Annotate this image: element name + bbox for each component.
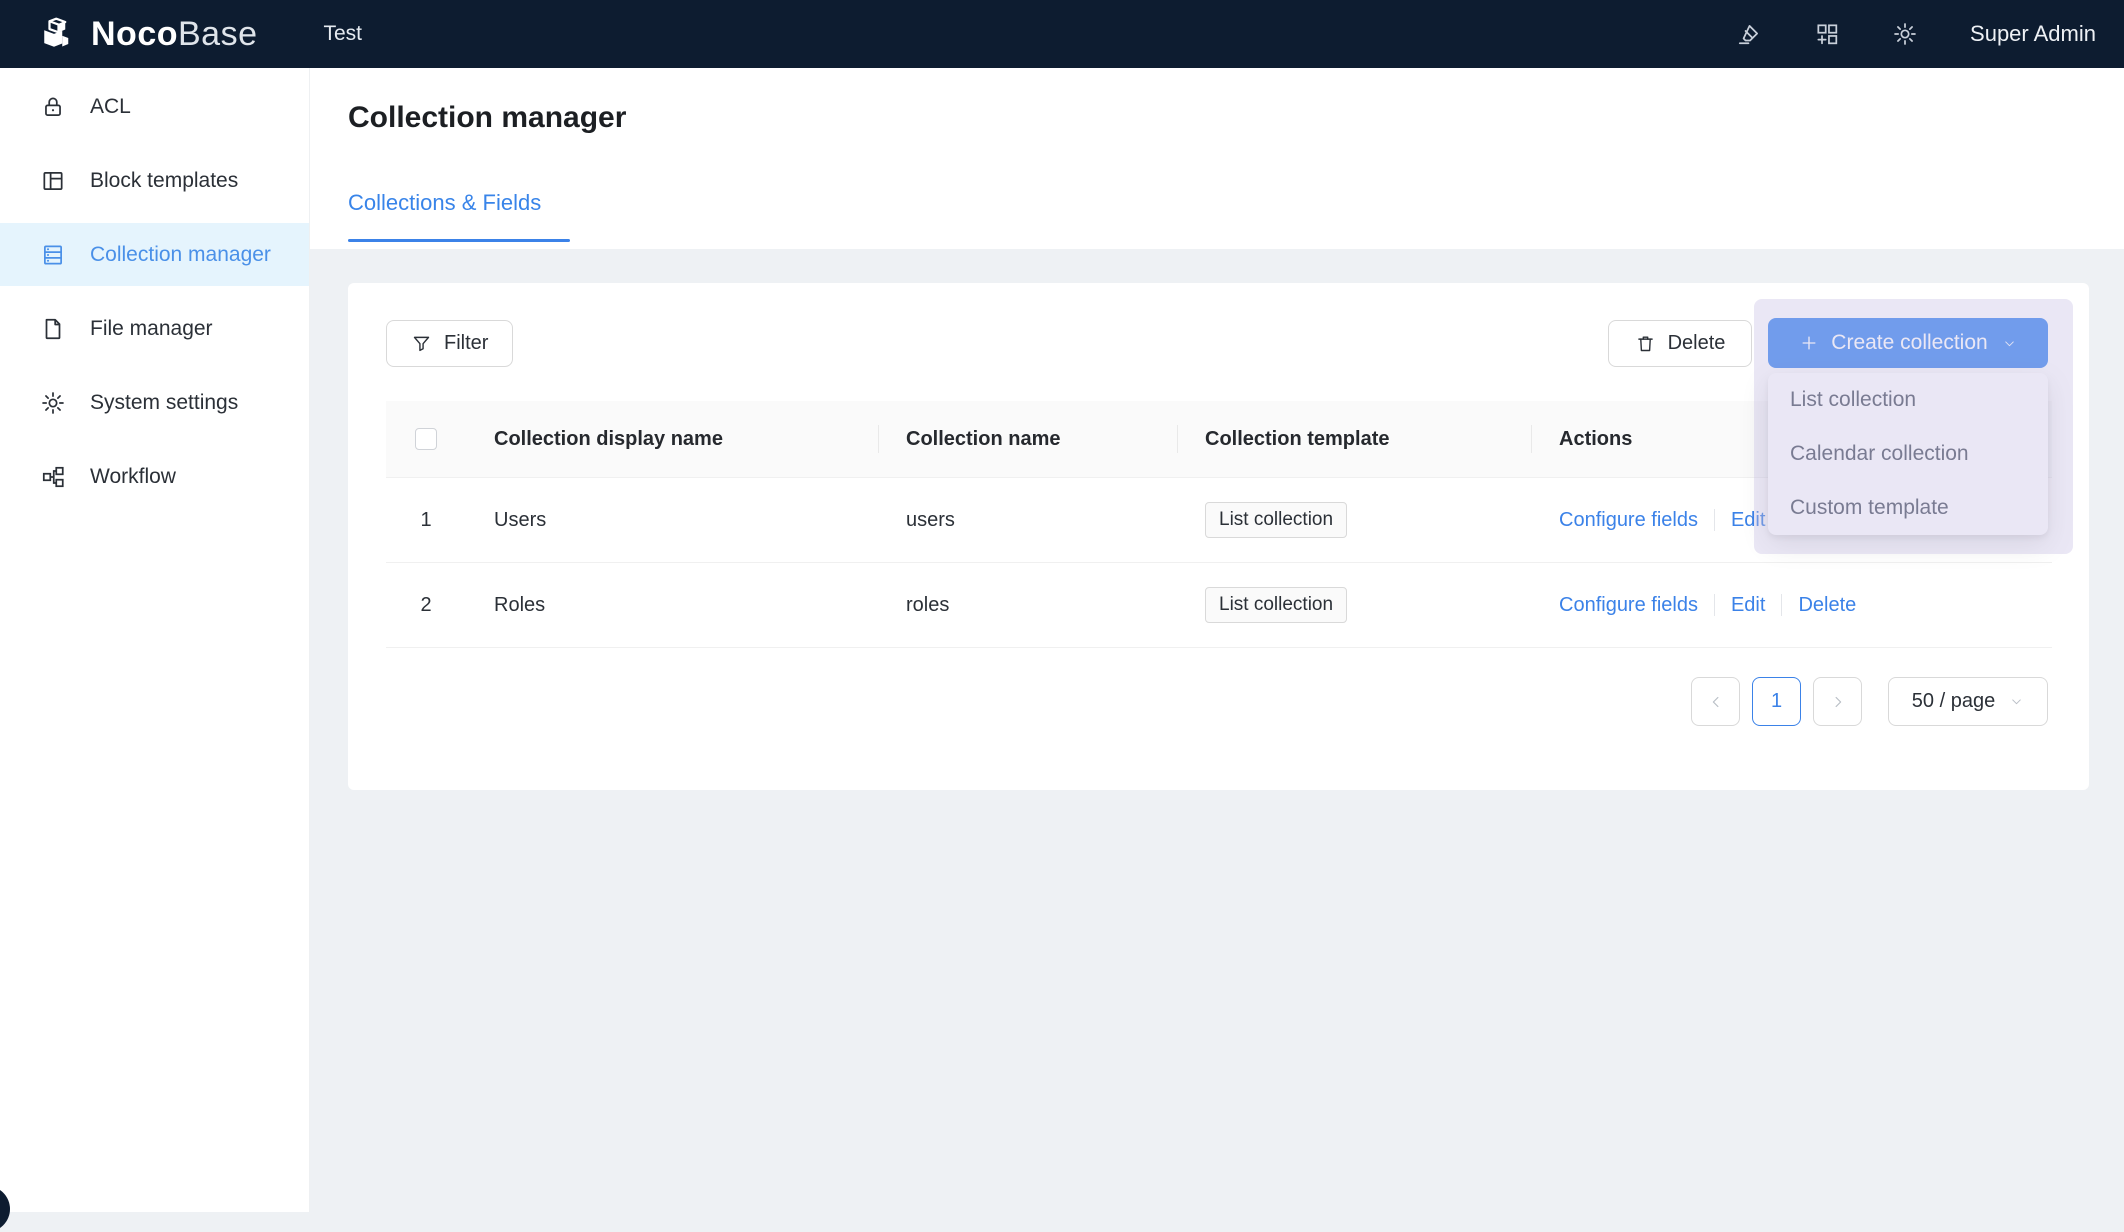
- header-right-group: Super Admin: [1736, 21, 2096, 47]
- pagination-next-button[interactable]: [1813, 677, 1862, 726]
- sidebar-item-workflow[interactable]: Workflow: [0, 445, 309, 508]
- designer-highlight-overlay: [1754, 299, 2073, 554]
- sidebar: ACL Block templates Collection manager: [0, 68, 310, 1212]
- tab-active-indicator: [348, 239, 570, 242]
- delete-button[interactable]: Delete: [1608, 320, 1752, 367]
- edit-link[interactable]: Edit: [1731, 594, 1765, 617]
- column-separator: [878, 425, 879, 453]
- sidebar-item-label: Workflow: [90, 465, 176, 489]
- column-header-display-name: Collection display name: [466, 428, 878, 451]
- sidebar-item-label: Block templates: [90, 169, 238, 193]
- chevron-down-icon: [2009, 694, 2024, 709]
- cell-display-name: Users: [466, 509, 878, 532]
- delete-link[interactable]: Delete: [1798, 594, 1856, 617]
- cell-name: roles: [878, 594, 1177, 617]
- table-row-roles: 2 Roles roles List collection Configure …: [386, 563, 2052, 648]
- user-menu[interactable]: Super Admin: [1970, 21, 2096, 47]
- column-separator: [1531, 425, 1532, 453]
- cell-name: users: [878, 509, 1177, 532]
- column-header-name: Collection name: [878, 428, 1177, 451]
- lock-icon: [40, 94, 66, 120]
- page-header: Collection manager Collections & Fields: [310, 68, 2124, 249]
- sidebar-item-file-manager[interactable]: File manager: [0, 297, 309, 360]
- filter-button[interactable]: Filter: [386, 320, 513, 367]
- page-title: Collection manager: [348, 101, 626, 135]
- sidebar-item-label: ACL: [90, 95, 131, 119]
- sidebar-item-acl[interactable]: ACL: [0, 75, 309, 138]
- plugin-blocks-icon[interactable]: [1814, 21, 1840, 47]
- action-divider: [1781, 594, 1782, 616]
- chevron-left-icon: [1707, 693, 1725, 711]
- logo-text-light: Base: [178, 15, 258, 53]
- sidebar-item-system-settings[interactable]: System settings: [0, 371, 309, 434]
- filter-button-label: Filter: [444, 332, 488, 355]
- trash-icon: [1635, 333, 1656, 354]
- tab-collections-and-fields[interactable]: Collections & Fields: [348, 190, 541, 216]
- sidebar-item-collection-manager[interactable]: Collection manager: [0, 223, 309, 286]
- highlighter-icon[interactable]: [1736, 21, 1762, 47]
- gear-icon: [40, 390, 66, 416]
- select-all-checkbox[interactable]: [415, 428, 437, 450]
- column-header-template: Collection template: [1177, 428, 1531, 451]
- top-header-bar: NocoBase Test Super Admin: [0, 0, 2124, 68]
- cube-logo-icon: [37, 16, 77, 52]
- pagination-prev-button[interactable]: [1691, 677, 1740, 726]
- chevron-right-icon: [1829, 693, 1847, 711]
- page-size-select[interactable]: 50 / page: [1888, 677, 2048, 726]
- page-size-value: 50 / page: [1912, 690, 1995, 713]
- configure-fields-link[interactable]: Configure fields: [1559, 594, 1698, 617]
- row-index: 1: [386, 509, 466, 532]
- template-tag: List collection: [1205, 587, 1347, 623]
- sidebar-item-label: File manager: [90, 317, 213, 341]
- logo-text-bold: Noco: [91, 15, 178, 53]
- layout-icon: [40, 168, 66, 194]
- file-icon: [40, 316, 66, 342]
- sidebar-item-label: System settings: [90, 391, 238, 415]
- database-icon: [40, 242, 66, 268]
- template-tag: List collection: [1205, 502, 1347, 538]
- row-index: 2: [386, 594, 466, 617]
- sidebar-item-label: Collection manager: [90, 243, 271, 267]
- column-separator: [1177, 425, 1178, 453]
- action-divider: [1714, 594, 1715, 616]
- action-divider: [1714, 509, 1715, 531]
- nocobase-logo[interactable]: NocoBase: [37, 15, 258, 54]
- workflow-icon: [40, 464, 66, 490]
- delete-button-label: Delete: [1668, 332, 1726, 355]
- configure-fields-link[interactable]: Configure fields: [1559, 509, 1698, 532]
- pagination-page-1[interactable]: 1: [1752, 677, 1801, 726]
- nav-item-test[interactable]: Test: [314, 0, 373, 68]
- cell-display-name: Roles: [466, 594, 878, 617]
- filter-funnel-icon: [411, 333, 432, 354]
- sidebar-item-block-templates[interactable]: Block templates: [0, 149, 309, 212]
- logo-wordmark: NocoBase: [91, 15, 258, 54]
- settings-icon[interactable]: [1892, 21, 1918, 47]
